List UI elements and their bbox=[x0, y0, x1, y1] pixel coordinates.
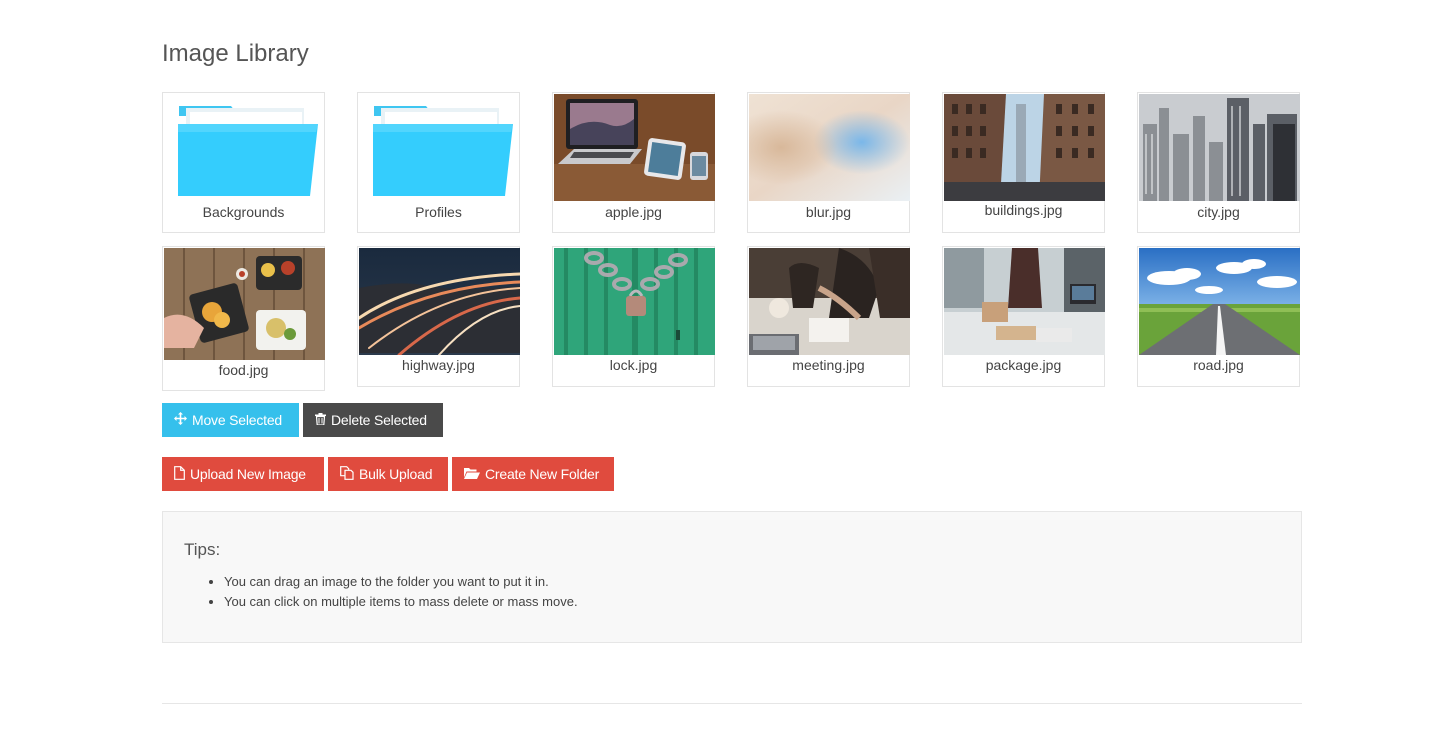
file-icon bbox=[174, 465, 185, 483]
buildings-thumbnail bbox=[944, 94, 1105, 201]
tips-panel: Tips: You can drag an image to the folde… bbox=[162, 511, 1302, 643]
tip-item: You can drag an image to the folder you … bbox=[224, 572, 578, 592]
footer-divider bbox=[162, 703, 1302, 704]
item-caption: food.jpg bbox=[218, 362, 269, 378]
meeting-thumbnail bbox=[749, 248, 910, 355]
city-thumbnail bbox=[1139, 94, 1300, 201]
move-selected-button[interactable]: Move Selected bbox=[162, 403, 299, 437]
trash-icon bbox=[315, 412, 326, 428]
item-caption: Profiles bbox=[415, 204, 462, 220]
image-tile-package[interactable]: package.jpg bbox=[942, 246, 1105, 387]
apple-thumbnail bbox=[554, 94, 715, 201]
move-selected-label: Move Selected bbox=[192, 412, 283, 428]
item-caption: buildings.jpg bbox=[984, 202, 1063, 218]
item-caption: city.jpg bbox=[1197, 204, 1240, 220]
copy-icon bbox=[340, 465, 354, 483]
image-tile-buildings[interactable]: buildings.jpg bbox=[942, 92, 1105, 233]
item-caption: meeting.jpg bbox=[792, 357, 865, 373]
upload-new-image-label: Upload New Image bbox=[190, 466, 306, 482]
delete-selected-label: Delete Selected bbox=[331, 412, 427, 428]
folder-open-icon bbox=[464, 466, 480, 482]
item-caption: blur.jpg bbox=[805, 204, 852, 220]
item-caption: package.jpg bbox=[985, 357, 1062, 373]
folder-tile-profiles[interactable]: Profiles bbox=[357, 92, 520, 233]
image-tile-apple[interactable]: apple.jpg bbox=[552, 92, 715, 233]
image-tile-blur[interactable]: blur.jpg bbox=[747, 92, 910, 233]
bulk-upload-button[interactable]: Bulk Upload bbox=[328, 457, 448, 491]
create-new-folder-button[interactable]: Create New Folder bbox=[452, 457, 614, 491]
folder-tile-backgrounds[interactable]: Backgrounds bbox=[162, 92, 325, 233]
image-tile-road[interactable]: road.jpg bbox=[1137, 246, 1300, 387]
delete-selected-button[interactable]: Delete Selected bbox=[303, 403, 443, 437]
highway-thumbnail bbox=[359, 248, 520, 355]
road-thumbnail bbox=[1139, 248, 1300, 355]
page-title: Image Library bbox=[162, 40, 309, 67]
image-grid: Backgrounds Profiles apple.jpg blur.jpg … bbox=[162, 92, 1302, 392]
item-caption: apple.jpg bbox=[605, 204, 662, 220]
blur-thumbnail bbox=[749, 94, 910, 201]
item-caption: highway.jpg bbox=[402, 357, 475, 373]
image-tile-city[interactable]: city.jpg bbox=[1137, 92, 1300, 233]
arrows-move-icon bbox=[174, 412, 187, 428]
lock-thumbnail bbox=[554, 248, 715, 355]
folder-icon bbox=[164, 94, 325, 201]
food-thumbnail bbox=[164, 248, 325, 360]
tips-heading: Tips: bbox=[184, 540, 221, 559]
create-new-folder-label: Create New Folder bbox=[485, 466, 600, 482]
folder-icon bbox=[359, 94, 520, 201]
item-caption: Backgrounds bbox=[202, 204, 285, 220]
tip-item: You can click on multiple items to mass … bbox=[224, 592, 578, 612]
package-thumbnail bbox=[944, 248, 1105, 355]
tips-list: You can drag an image to the folder you … bbox=[184, 572, 578, 612]
image-tile-lock[interactable]: lock.jpg bbox=[552, 246, 715, 387]
bulk-upload-label: Bulk Upload bbox=[359, 466, 433, 482]
item-caption: road.jpg bbox=[1193, 357, 1244, 373]
image-tile-meeting[interactable]: meeting.jpg bbox=[747, 246, 910, 387]
image-tile-highway[interactable]: highway.jpg bbox=[357, 246, 520, 387]
upload-new-image-button[interactable]: Upload New Image bbox=[162, 457, 324, 491]
image-tile-food[interactable]: food.jpg bbox=[162, 246, 325, 391]
item-caption: lock.jpg bbox=[609, 357, 658, 373]
